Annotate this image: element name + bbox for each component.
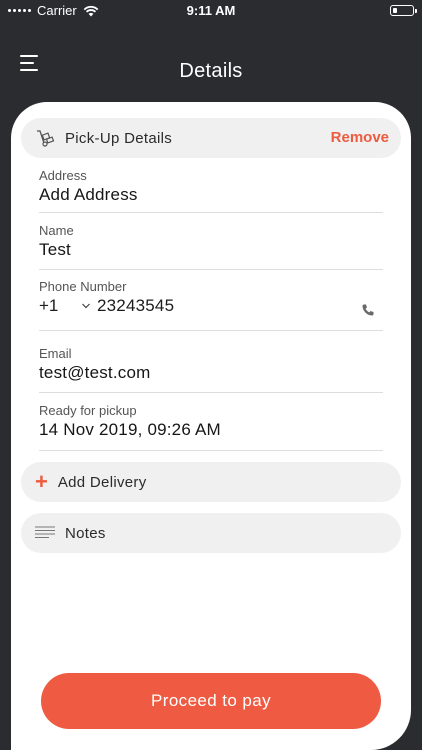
remove-button[interactable]: Remove <box>331 129 389 146</box>
add-delivery-button[interactable]: + Add Delivery <box>21 462 401 502</box>
address-label: Address <box>39 168 87 183</box>
name-value[interactable]: Test <box>39 240 383 260</box>
ready-for-pickup-label: Ready for pickup <box>39 403 137 418</box>
notes-button[interactable]: Notes <box>21 513 401 553</box>
pickup-details-header[interactable]: Pick-Up Details Remove <box>21 118 401 158</box>
name-label: Name <box>39 223 74 238</box>
phone-row: +1 23243545 <box>39 296 383 316</box>
ready-for-pickup-value[interactable]: 14 Nov 2019, 09:26 AM <box>39 420 383 440</box>
page-title: Details <box>179 60 243 82</box>
country-code-select[interactable]: +1 <box>39 296 79 316</box>
details-card: Pick-Up Details Remove Address Add Addre… <box>11 102 411 750</box>
battery-icon <box>390 5 417 16</box>
email-value[interactable]: test@test.com <box>39 363 383 383</box>
name-field[interactable]: Name Test <box>39 223 383 270</box>
pickup-details-label: Pick-Up Details <box>65 129 173 147</box>
phone-icon[interactable] <box>361 303 375 317</box>
phone-label: Phone Number <box>39 279 127 294</box>
phone-number-input[interactable]: 23243545 <box>97 296 174 316</box>
notes-label: Notes <box>65 524 106 542</box>
chevron-down-icon[interactable] <box>81 302 91 310</box>
add-delivery-label: Add Delivery <box>57 473 147 491</box>
address-field[interactable]: Address Add Address <box>39 168 383 213</box>
ready-for-pickup-field[interactable]: Ready for pickup 14 Nov 2019, 09:26 AM <box>39 403 383 451</box>
email-field[interactable]: Email test@test.com <box>39 346 383 393</box>
email-label: Email <box>39 346 72 361</box>
address-value[interactable]: Add Address <box>39 185 383 205</box>
plus-icon: + <box>35 469 48 494</box>
phone-field[interactable]: Phone Number +1 23243545 <box>39 279 383 331</box>
status-bar: Carrier 9:11 AM <box>0 0 422 22</box>
status-time: 9:11 AM <box>186 3 236 18</box>
proceed-to-pay-button[interactable]: Proceed to pay <box>41 673 381 729</box>
hand-truck-icon <box>37 130 55 147</box>
notes-lines-icon <box>35 526 55 538</box>
